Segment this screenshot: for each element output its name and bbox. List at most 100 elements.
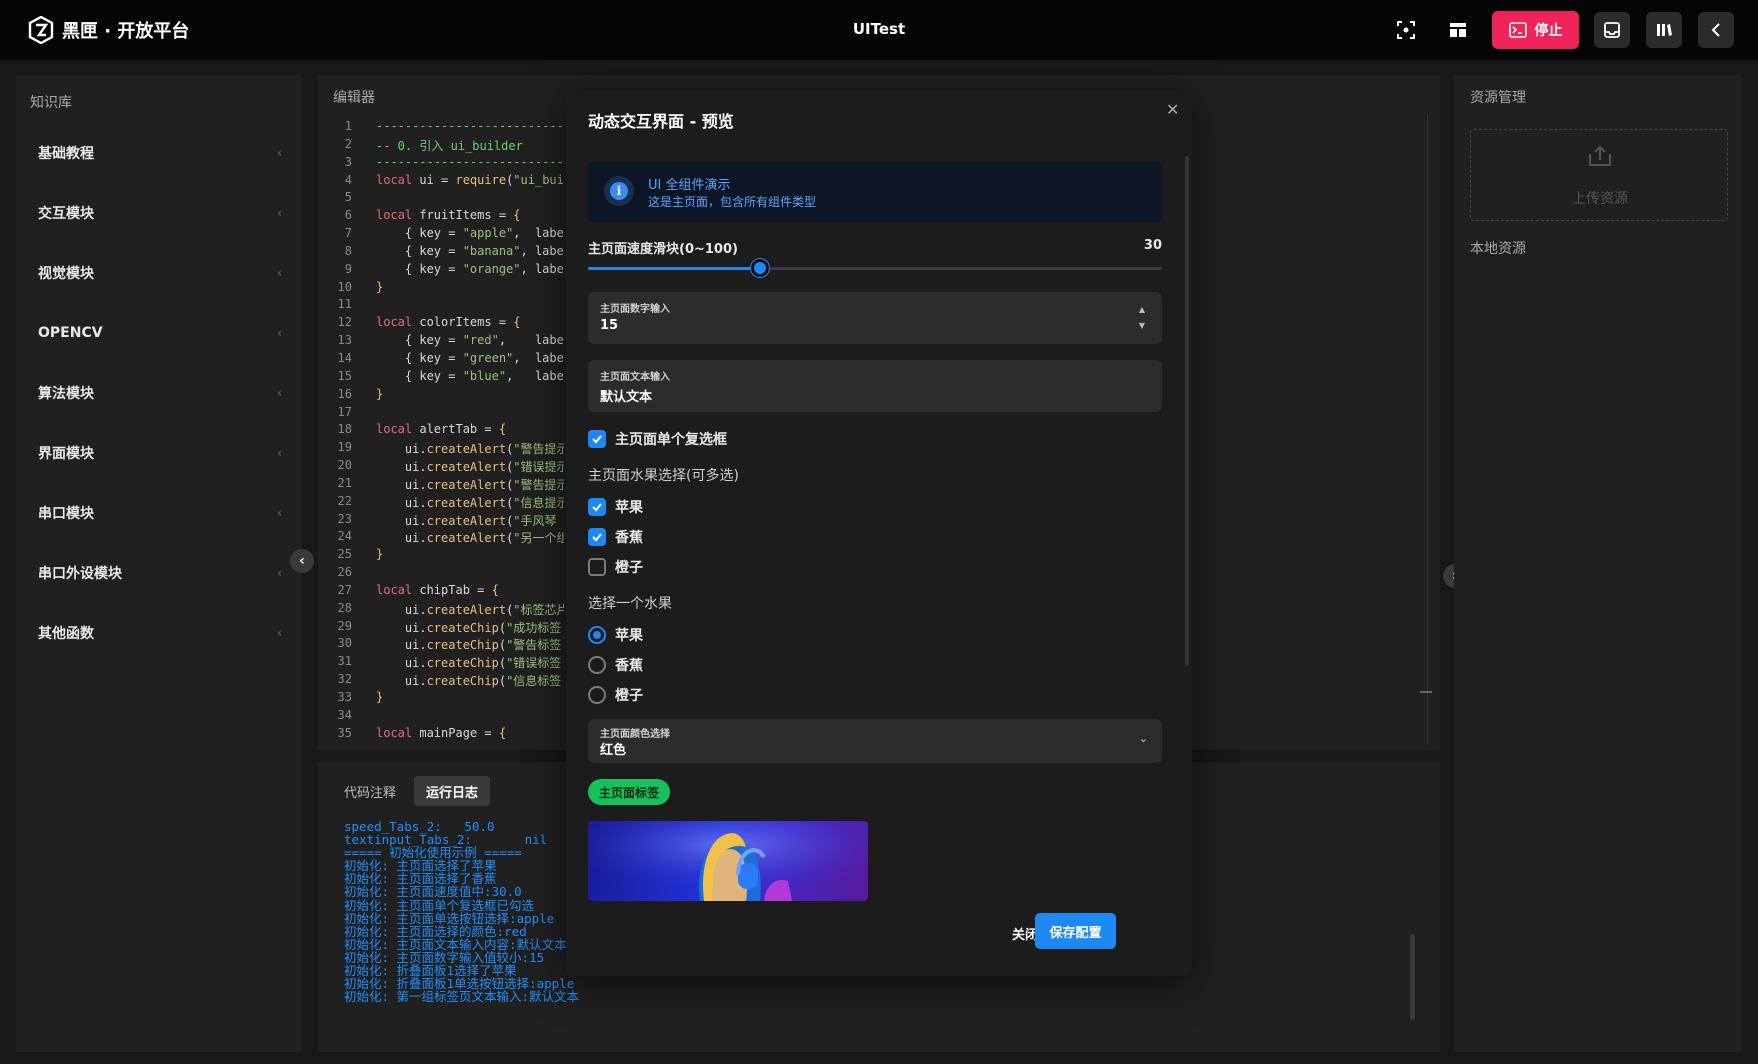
code-token: ui. bbox=[376, 638, 427, 653]
brand-name: 黑匣 · 开放平台 bbox=[62, 21, 190, 42]
code-token: "错误提示 bbox=[513, 460, 564, 475]
nav-item-opencv[interactable]: OPENCV ‹ bbox=[38, 318, 286, 348]
nav-item-ui[interactable]: 界面模块 ‹ bbox=[38, 438, 286, 468]
code-token: { bbox=[498, 422, 507, 437]
line-number: 33 bbox=[337, 690, 352, 704]
code-line: 11 bbox=[318, 297, 564, 315]
fruit-multiselect-label: 主页面水果选择(可多选) bbox=[588, 468, 739, 484]
code-text: local ui = require("ui_builder" bbox=[354, 173, 564, 191]
info-icon: i bbox=[604, 176, 634, 206]
close-icon[interactable]: ✕ bbox=[1166, 100, 1179, 119]
chevron-left-icon: ‹ bbox=[277, 446, 282, 460]
line-number: 24 bbox=[337, 529, 352, 544]
code-line: 23 ui.createAlert("手风琴 bbox=[318, 512, 564, 530]
code-token: local bbox=[376, 208, 420, 223]
layout-button[interactable] bbox=[1440, 12, 1476, 48]
save-config-button[interactable]: 保存配置 bbox=[1035, 913, 1116, 949]
line-number: 11 bbox=[337, 297, 352, 312]
code-line: 13 { key = "red", label bbox=[318, 333, 564, 351]
code-text: ui.createAlert("警告提示 bbox=[354, 440, 564, 458]
resource-panel: 资源管理 上传资源 本地资源 bbox=[1454, 75, 1742, 1052]
stop-button[interactable]: 停止 bbox=[1492, 11, 1579, 49]
code-text: local mainPage = { bbox=[354, 726, 564, 744]
code-line: 10} bbox=[318, 280, 564, 298]
radio-unselected[interactable] bbox=[588, 686, 606, 704]
checkbox-checked[interactable] bbox=[588, 430, 606, 448]
fruit-radio-banana[interactable]: 香蕉 bbox=[588, 655, 643, 675]
nav-item-other-functions[interactable]: 其他函数 ‹ bbox=[38, 618, 286, 648]
dialog-scrollbar[interactable] bbox=[1185, 156, 1189, 666]
tab-run-log[interactable]: 运行日志 bbox=[414, 776, 491, 806]
screenshot-button[interactable] bbox=[1388, 12, 1424, 48]
nav-item-vision[interactable]: 视觉模块 ‹ bbox=[38, 258, 286, 288]
code-line: 19 ui.createAlert("警告提示 bbox=[318, 440, 564, 458]
speed-slider-thumb[interactable] bbox=[751, 259, 770, 277]
number-input[interactable]: 主页面数字输入 15 ▲ ▼ bbox=[588, 292, 1162, 344]
code-line: 22 ui.createAlert("信息提示 bbox=[318, 494, 564, 512]
editor-scrollbar[interactable] bbox=[1427, 115, 1428, 745]
single-checkbox[interactable]: 主页面单个复选框 bbox=[588, 429, 727, 449]
code-token: { key = bbox=[376, 368, 463, 383]
code-token: ----------------------------------------… bbox=[376, 154, 564, 169]
local-resources-label: 本地资源 bbox=[1470, 241, 1526, 257]
knowledge-panel: 知识库 基础教程 ‹ 交互模块 ‹ 视觉模块 ‹ OPENCV ‹ 算法模块 ‹ 界面模块… bbox=[16, 75, 302, 1052]
code-line: 21 ui.createAlert("警告提示 bbox=[318, 476, 564, 494]
chevron-down-icon[interactable]: ▼ bbox=[1136, 318, 1148, 334]
number-input-label: 主页面数字输入 bbox=[600, 304, 670, 315]
code-line: 24 ui.createAlert("另一个组 bbox=[318, 529, 564, 547]
code-line: 33} bbox=[318, 690, 564, 708]
radio-unselected[interactable] bbox=[588, 656, 606, 674]
inbox-button[interactable] bbox=[1594, 12, 1630, 48]
upload-resource-dropzone[interactable]: 上传资源 bbox=[1470, 129, 1728, 221]
code-editor[interactable]: 1 ---------------------------------------… bbox=[318, 119, 564, 744]
code-token: ui. bbox=[376, 477, 427, 492]
nav-item-serial-peripheral[interactable]: 串口外设模块 ‹ bbox=[38, 558, 286, 588]
text-input[interactable]: 主页面文本输入 默认文本 bbox=[588, 360, 1162, 412]
line-number: 22 bbox=[337, 493, 352, 508]
color-select[interactable]: 主页面颜色选择 红色 ⌄ bbox=[588, 719, 1162, 763]
nav-item-serial[interactable]: 串口模块 ‹ bbox=[38, 498, 286, 528]
chevron-up-icon[interactable]: ▲ bbox=[1136, 302, 1148, 318]
code-line: 34 bbox=[318, 708, 564, 726]
code-text: { key = "banana", label bbox=[354, 244, 564, 262]
fruit-checkbox-banana[interactable]: 香蕉 bbox=[588, 527, 643, 547]
radio-selected[interactable] bbox=[588, 626, 606, 644]
code-text: ----------------------------------------… bbox=[354, 155, 564, 173]
nav-item-label: 交互模块 bbox=[38, 206, 94, 222]
fruit-radio-orange[interactable]: 橙子 bbox=[588, 685, 643, 705]
code-text: ui.createAlert("错误提示 bbox=[354, 458, 564, 476]
number-input-value: 15 bbox=[600, 318, 619, 333]
code-token: "标签芯片 bbox=[513, 602, 564, 617]
nav-item-basic-tutorial[interactable]: 基础教程 ‹ bbox=[38, 138, 286, 168]
checkbox-checked[interactable] bbox=[588, 528, 606, 546]
chevron-left-icon: ‹ bbox=[277, 206, 282, 220]
library-button[interactable] bbox=[1646, 12, 1682, 48]
checkbox-unchecked[interactable] bbox=[588, 558, 606, 576]
line-number: 2 bbox=[344, 136, 352, 151]
nav-item-algorithm[interactable]: 算法模块 ‹ bbox=[38, 378, 286, 408]
code-text: ui.createAlert("标签芯片 bbox=[354, 601, 564, 619]
fruit-checkbox-orange[interactable]: 橙子 bbox=[588, 557, 643, 577]
fruit-radio-apple[interactable]: 苹果 bbox=[588, 625, 643, 645]
log-scrollbar[interactable] bbox=[1410, 934, 1415, 1020]
color-select-value: 红色 bbox=[600, 743, 627, 758]
code-token: { bbox=[513, 315, 521, 330]
code-text: local chipTab = { bbox=[354, 583, 564, 601]
number-stepper[interactable]: ▲ ▼ bbox=[1136, 302, 1148, 334]
editor-scrollbar-thumb[interactable] bbox=[1420, 691, 1432, 693]
fruit-checkbox-apple[interactable]: 苹果 bbox=[588, 497, 643, 517]
code-token: "apple" bbox=[462, 226, 514, 241]
collapse-left-button[interactable]: ‹ bbox=[290, 549, 314, 573]
speed-slider[interactable] bbox=[588, 259, 1162, 277]
code-text: local alertTab = { bbox=[354, 422, 564, 440]
tab-code-comments[interactable]: 代码注释 bbox=[332, 776, 408, 806]
headphone-girl-image bbox=[588, 821, 868, 901]
code-token: local bbox=[376, 422, 420, 437]
resource-title: 资源管理 bbox=[1470, 90, 1526, 106]
nav-item-interaction[interactable]: 交互模块 ‹ bbox=[38, 198, 286, 228]
code-line: 2 -- 0. 引入 ui_builder bbox=[318, 137, 564, 155]
back-button[interactable] bbox=[1698, 12, 1734, 48]
checkbox-checked[interactable] bbox=[588, 498, 606, 516]
